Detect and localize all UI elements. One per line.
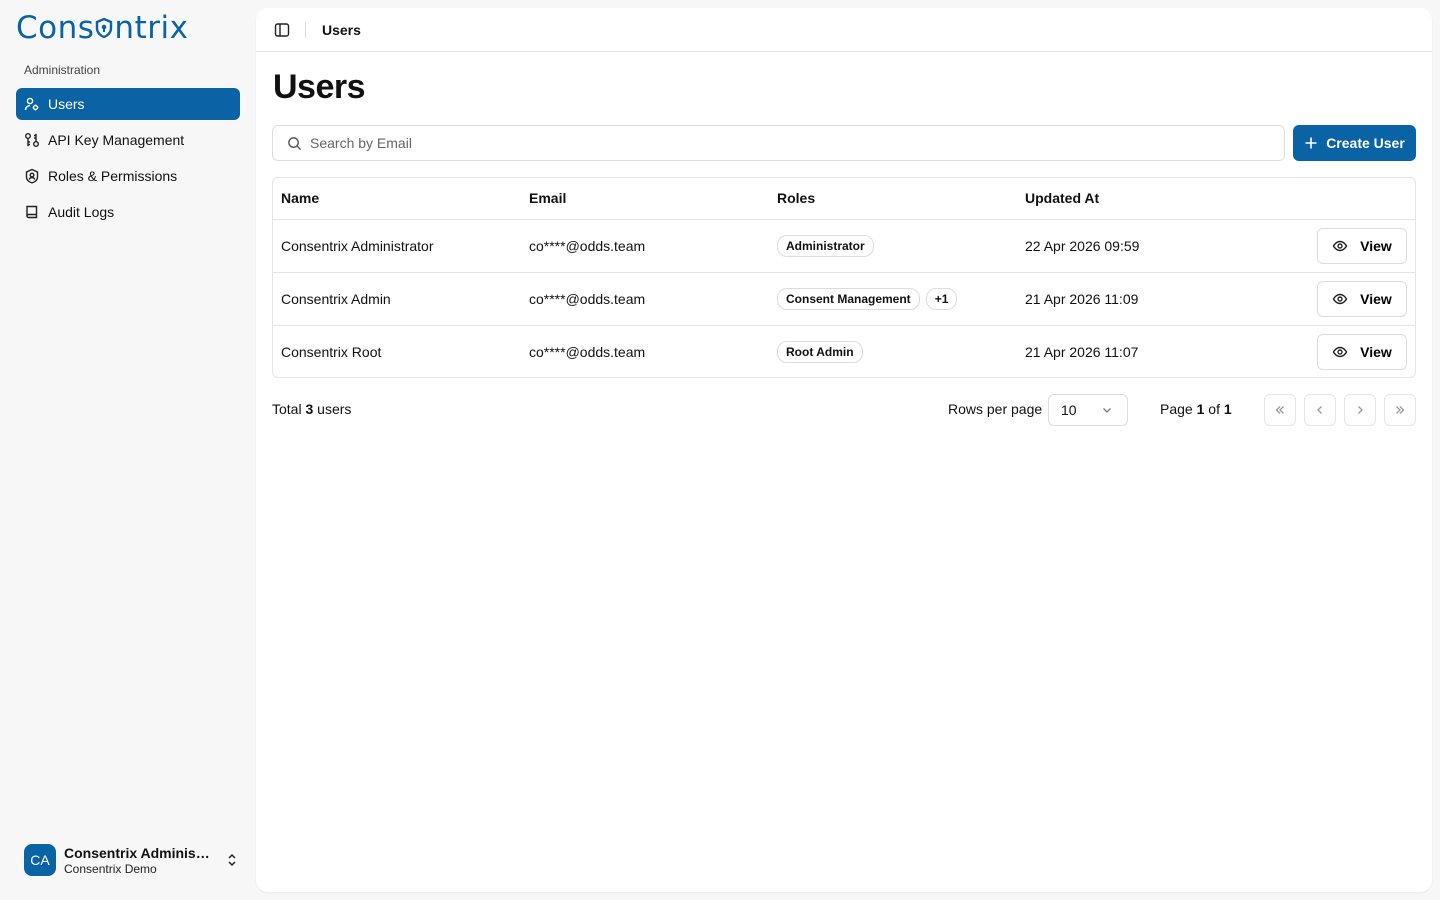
create-user-button[interactable]: Create User [1293, 125, 1416, 161]
view-label: View [1360, 290, 1392, 307]
create-user-label: Create User [1326, 135, 1405, 151]
page-title: Users [273, 68, 366, 106]
page-prefix: Page [1160, 401, 1197, 417]
cell-actions: View [1217, 219, 1415, 273]
table-row: Consentrix Root co****@odds.team Root Ad… [273, 325, 1415, 377]
column-header-updated-at[interactable]: Updated At [1017, 178, 1217, 220]
cell-updated-at: 21 Apr 2026 11:09 [1017, 272, 1217, 326]
eye-icon [1332, 240, 1348, 251]
previous-page-button[interactable] [1304, 394, 1336, 426]
avatar: CA [24, 844, 56, 876]
last-page-button[interactable] [1384, 394, 1416, 426]
sidebar-item-label: Audit Logs [48, 204, 115, 220]
table-row: Consentrix Administrator co****@odds.tea… [273, 219, 1415, 273]
cell-updated-at: 22 Apr 2026 09:59 [1017, 219, 1217, 273]
rows-per-page-select[interactable]: 10 [1048, 394, 1128, 426]
table-header-row: Name Email Roles Updated At [273, 178, 1415, 220]
chevron-right-icon [1358, 406, 1363, 414]
main-panel: Users Users Create User Name Email Roles… [256, 8, 1432, 892]
sidebar-nav: Users API Key Management Roles & Permiss… [16, 88, 240, 232]
column-header-name[interactable]: Name [273, 178, 521, 220]
table-row: Consentrix Admin co****@odds.team Consen… [273, 272, 1415, 326]
role-badge: Consent Management [777, 287, 920, 310]
first-page-button[interactable] [1264, 394, 1296, 426]
cell-name: Consentrix Root [281, 343, 382, 360]
sidebar-item-label: Users [48, 96, 85, 112]
sidebar-item-audit-logs[interactable]: Audit Logs [16, 196, 240, 228]
logo-text-start: Cons [16, 10, 95, 46]
logo-text-end: ntrix [114, 10, 189, 46]
search-icon [288, 136, 302, 150]
rows-per-page-value: 10 [1061, 402, 1077, 418]
chevrons-right-icon [1396, 406, 1405, 414]
cell-updated-at: 21 Apr 2026 11:07 [1025, 343, 1139, 360]
chevrons-left-icon [1275, 406, 1284, 414]
consentrix-logo[interactable]: Cons ntrix [16, 10, 189, 46]
view-label: View [1360, 343, 1392, 360]
cell-actions: View [1217, 325, 1415, 377]
sidebar-item-api-key-management[interactable]: API Key Management [16, 124, 240, 156]
sidebar-item-label: API Key Management [48, 132, 185, 148]
page-of: of [1204, 401, 1224, 417]
sidebar: Cons ntrix Administration Users API Key M… [0, 0, 256, 900]
page-total: 1 [1223, 401, 1232, 417]
cell-actions: View [1217, 272, 1415, 326]
cell-email: co****@odds.team [521, 219, 769, 273]
view-button[interactable]: View [1317, 333, 1407, 370]
eye-icon [1332, 293, 1348, 304]
page-indicator: Page 1 of 1 [1160, 401, 1232, 417]
divider [305, 21, 306, 38]
column-header-roles[interactable]: Roles [769, 178, 1017, 220]
key-icon [24, 132, 40, 148]
cell-email: co****@odds.team [529, 343, 646, 360]
shield-icon [24, 168, 40, 184]
column-header-actions [1217, 178, 1415, 220]
search-input[interactable] [310, 135, 1210, 151]
cell-name: Consentrix Administrator [273, 219, 521, 273]
cell-roles: Administrator [769, 219, 1017, 273]
book-icon [24, 204, 40, 220]
users-icon [24, 96, 40, 112]
total-prefix: Total [272, 401, 306, 417]
breadcrumb: Users [322, 21, 361, 38]
role-badge: Root Admin [777, 340, 863, 363]
column-header-email[interactable]: Email [521, 178, 769, 220]
user-info: Consentrix Administrator Consentrix Demo [64, 845, 214, 876]
plus-icon [1305, 137, 1317, 149]
chevrons-up-down-icon [228, 853, 236, 867]
cell-name: Consentrix Admin [273, 272, 521, 326]
eye-icon [1332, 346, 1348, 357]
chevron-left-icon [1317, 406, 1322, 414]
total-users: Total 3 users [272, 401, 351, 417]
rows-per-page-label: Rows per page [948, 401, 1043, 417]
users-table: Name Email Roles Updated At Consentrix A… [272, 177, 1416, 378]
sidebar-toggle-icon[interactable] [273, 21, 291, 39]
top-bar: Users [256, 8, 1432, 52]
cell-roles: Root Admin [769, 325, 1017, 377]
total-suffix: users [313, 401, 352, 417]
logo-shield-icon [94, 10, 114, 46]
view-button[interactable]: View [1317, 227, 1407, 264]
next-page-button[interactable] [1344, 394, 1376, 426]
sidebar-item-users[interactable]: Users [16, 88, 240, 120]
user-organization: Consentrix Demo [64, 861, 157, 876]
more-roles-badge[interactable]: +1 [925, 287, 958, 310]
cell-email: co****@odds.team [521, 272, 769, 326]
view-button[interactable]: View [1317, 280, 1407, 317]
sidebar-item-roles-permissions[interactable]: Roles & Permissions [16, 160, 240, 192]
user-name: Consentrix Administrator [64, 844, 214, 861]
section-label-administration: Administration [24, 63, 101, 77]
cell-roles: Consent Management +1 [769, 272, 1017, 326]
view-label: View [1360, 237, 1392, 254]
role-badge: Administrator [777, 234, 874, 257]
sidebar-item-label: Roles & Permissions [48, 168, 178, 184]
search-box [272, 125, 1285, 161]
chevron-down-icon [1103, 408, 1111, 413]
user-account-menu[interactable]: CA Consentrix Administrator Consentrix D… [16, 836, 240, 884]
